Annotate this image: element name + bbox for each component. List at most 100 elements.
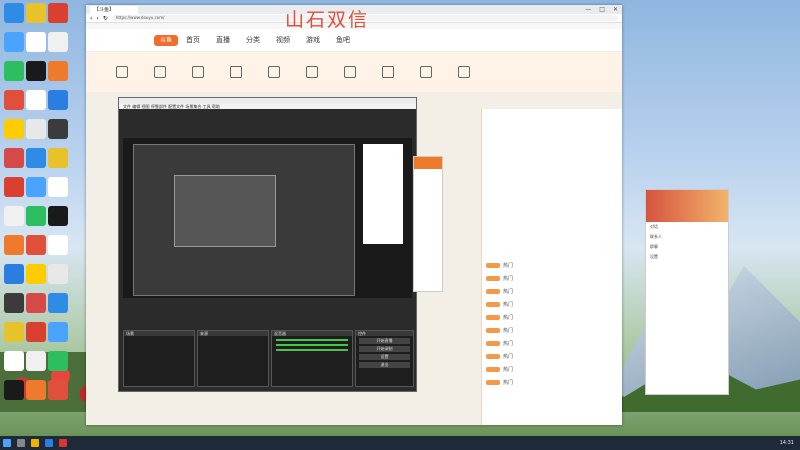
desktop-app-icon[interactable]	[48, 351, 68, 371]
folder-icon[interactable]	[31, 439, 39, 447]
desktop-app-icon[interactable]	[26, 90, 46, 110]
desktop-app-icon[interactable]	[26, 119, 46, 139]
nav-game[interactable]: 游戏	[306, 35, 320, 45]
minimize-button[interactable]: —	[585, 6, 591, 13]
chat-message: 热门	[482, 337, 622, 350]
desktop-app-icon[interactable]	[26, 206, 46, 226]
chat-message-text: 热门	[503, 367, 514, 373]
chat-message-text: 热门	[503, 315, 514, 321]
dock-scenes-header: 场景	[124, 331, 194, 336]
chat-window-item[interactable]: 设置	[646, 252, 728, 262]
start-streaming-button[interactable]: 开始直播	[359, 338, 410, 344]
category-icon[interactable]	[268, 66, 280, 78]
desktop-app-icon[interactable]	[4, 293, 24, 313]
desktop-app-icon[interactable]	[4, 3, 24, 23]
browser-tab[interactable]: 【斗鱼】	[90, 5, 138, 14]
nav-home[interactable]: 首页	[186, 35, 200, 45]
category-icon[interactable]	[230, 66, 242, 78]
desktop-app-icon[interactable]	[48, 61, 68, 81]
start-icon[interactable]	[3, 439, 11, 447]
chat-window-item[interactable]: 联系人	[646, 232, 728, 242]
category-icon[interactable]	[420, 66, 432, 78]
desktop-app-icon[interactable]	[26, 293, 46, 313]
nav-yuba[interactable]: 鱼吧	[336, 35, 350, 45]
category-icon[interactable]	[192, 66, 204, 78]
search-icon[interactable]	[17, 439, 25, 447]
user-badge	[486, 328, 500, 333]
desktop-app-icon[interactable]	[4, 235, 24, 255]
desktop-app-icon[interactable]	[48, 119, 68, 139]
app-icon[interactable]	[59, 439, 67, 447]
desktop-app-icon[interactable]	[4, 177, 24, 197]
obs-window[interactable]: 文件 编辑 视图 停靠部件 配置文件 场景集合 工具 帮助 场景 来源 混音器 …	[118, 97, 417, 392]
desktop-app-icon[interactable]	[4, 61, 24, 81]
chat-message: 热门	[482, 350, 622, 363]
user-badge	[486, 289, 500, 294]
category-icon[interactable]	[116, 66, 128, 78]
nav-category[interactable]: 分类	[246, 35, 260, 45]
back-icon[interactable]: ‹	[90, 15, 92, 22]
desktop-app-icon[interactable]	[48, 380, 68, 400]
desktop-app-icon[interactable]	[26, 235, 46, 255]
desktop-app-icon[interactable]	[48, 322, 68, 342]
window-controls: — □ ✕	[585, 6, 622, 13]
chat-message: 热门	[482, 272, 622, 285]
desktop-app-icon[interactable]	[48, 206, 68, 226]
audio-meter	[276, 349, 348, 351]
audio-meter	[276, 339, 348, 341]
desktop-app-icon[interactable]	[4, 322, 24, 342]
desktop-app-icon[interactable]	[4, 380, 24, 400]
desktop-app-icon[interactable]	[26, 3, 46, 23]
user-badge	[486, 341, 500, 346]
clock[interactable]: 14:31	[780, 440, 800, 446]
category-icon[interactable]	[306, 66, 318, 78]
category-icon[interactable]	[344, 66, 356, 78]
category-icon[interactable]	[382, 66, 394, 78]
desktop-app-icon[interactable]	[48, 293, 68, 313]
desktop-app-icon[interactable]	[48, 235, 68, 255]
desktop-app-icon[interactable]	[4, 32, 24, 52]
obs-menu-bar[interactable]: 文件 编辑 视图 停靠部件 配置文件 场景集合 工具 帮助	[119, 104, 416, 109]
desktop-app-icon[interactable]	[48, 32, 68, 52]
chat-panel: 热门 热门 热门 热门 热门 热门 热门 热门 热门 热门	[481, 109, 622, 425]
desktop-app-icon[interactable]	[48, 177, 68, 197]
chat-message: 热门	[482, 376, 622, 389]
nav-video[interactable]: 视频	[276, 35, 290, 45]
desktop-app-icon[interactable]	[4, 206, 24, 226]
desktop-app-icon[interactable]	[26, 148, 46, 168]
desktop-app-icon[interactable]	[4, 264, 24, 284]
desktop-app-icon[interactable]	[26, 32, 46, 52]
start-recording-button[interactable]: 开始录制	[359, 346, 410, 352]
close-button[interactable]: ✕	[613, 6, 618, 13]
site-logo[interactable]: 斗鱼	[154, 35, 178, 46]
desktop-app-icon[interactable]	[26, 351, 46, 371]
desktop-app-icon[interactable]	[48, 264, 68, 284]
chat-window[interactable]: 对话 联系人 群聊 设置	[645, 189, 729, 395]
desktop-app-icon[interactable]	[4, 119, 24, 139]
user-badge	[486, 263, 500, 268]
exit-button[interactable]: 退出	[359, 362, 410, 368]
maximize-button[interactable]: □	[599, 6, 605, 13]
desktop-app-icon[interactable]	[4, 148, 24, 168]
reload-icon[interactable]: ↻	[103, 15, 108, 22]
desktop-app-icon[interactable]	[48, 90, 68, 110]
chat-window-item[interactable]: 群聊	[646, 242, 728, 252]
desktop-app-icon[interactable]	[48, 148, 68, 168]
user-badge	[486, 276, 500, 281]
forward-icon[interactable]: ›	[96, 15, 98, 22]
nav-live[interactable]: 直播	[216, 35, 230, 45]
category-icon[interactable]	[154, 66, 166, 78]
desktop-app-icon[interactable]	[26, 177, 46, 197]
desktop-app-icon[interactable]	[48, 3, 68, 23]
chat-message-text: 热门	[503, 354, 514, 360]
settings-button[interactable]: 设置	[359, 354, 410, 360]
browser-icon[interactable]	[45, 439, 53, 447]
desktop-app-icon[interactable]	[26, 380, 46, 400]
desktop-app-icon[interactable]	[26, 264, 46, 284]
desktop-app-icon[interactable]	[26, 61, 46, 81]
desktop-app-icon[interactable]	[26, 322, 46, 342]
category-icon[interactable]	[458, 66, 470, 78]
chat-window-item[interactable]: 对话	[646, 222, 728, 232]
desktop-app-icon[interactable]	[4, 351, 24, 371]
desktop-app-icon[interactable]	[4, 90, 24, 110]
